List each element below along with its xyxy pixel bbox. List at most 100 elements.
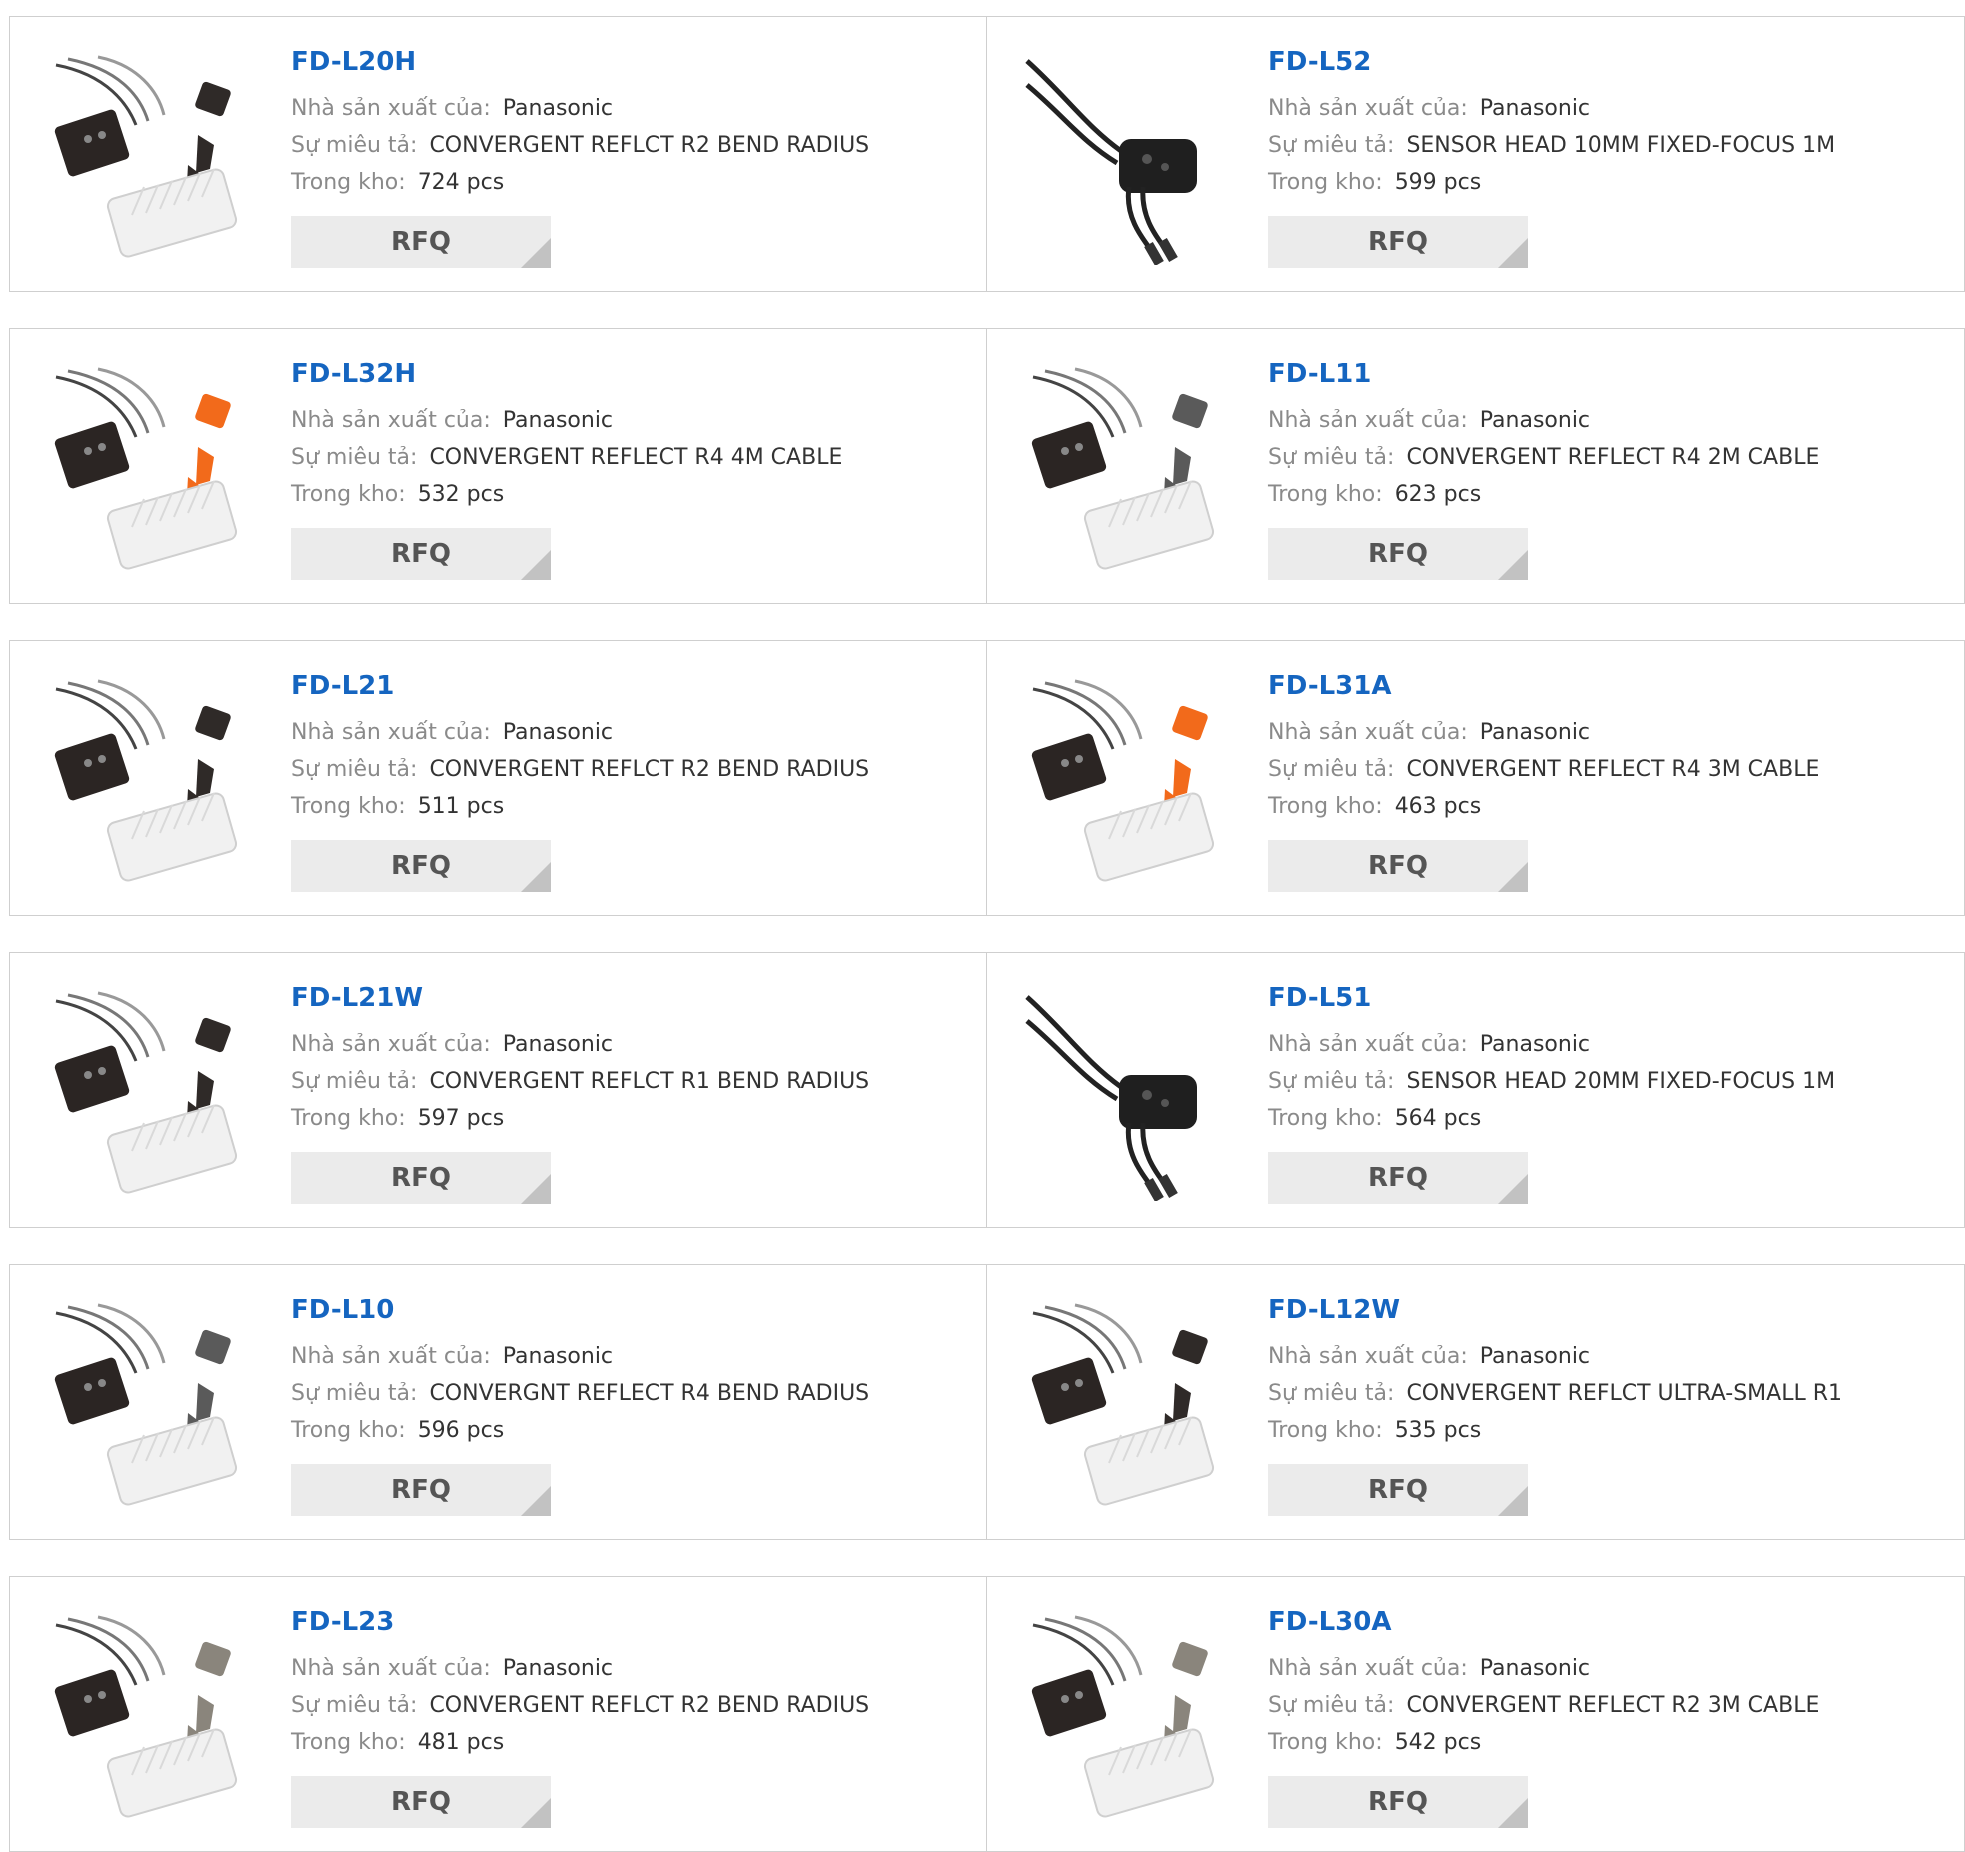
manufacturer-label: Nhà sản xuất của: [1268, 720, 1468, 745]
stock-row: Trong kho: 542 pcs [1268, 1724, 1954, 1761]
rfq-button[interactable]: RFQ [1268, 528, 1528, 580]
rfq-button[interactable]: RFQ [1268, 1152, 1528, 1204]
part-number-link[interactable]: FD-L21W [291, 981, 976, 1015]
corner-triangle-icon [521, 1486, 551, 1516]
product-card: FD-L31A Nhà sản xuất của: Panasonic Sự mi… [987, 640, 1965, 916]
manufacturer-row: Nhà sản xuất của: Panasonic [1268, 1650, 1954, 1687]
rfq-button[interactable]: RFQ [291, 528, 551, 580]
description-row: Sự miêu tả: CONVERGENT REFLCT R1 BEND RAD… [291, 1063, 976, 1100]
part-number-link[interactable]: FD-L21 [291, 669, 976, 703]
manufacturer-value: Panasonic [1479, 1656, 1591, 1681]
part-number-link[interactable]: FD-L30A [1268, 1605, 1954, 1639]
stock-value: 535 pcs [1394, 1418, 1482, 1443]
manufacturer-row: Nhà sản xuất của: Panasonic [1268, 1338, 1954, 1375]
manufacturer-value: Panasonic [502, 1032, 614, 1057]
rfq-label: RFQ [391, 227, 451, 257]
product-image[interactable] [1025, 55, 1235, 265]
description-row: Sự miêu tả: CONVERGENT REFLECT R4 3M CABL… [1268, 751, 1954, 788]
manufacturer-value: Panasonic [502, 408, 614, 433]
product-image[interactable] [1025, 367, 1235, 577]
part-number-link[interactable]: FD-L10 [291, 1293, 976, 1327]
stock-row: Trong kho: 623 pcs [1268, 476, 1954, 513]
stock-label: Trong kho: [1268, 482, 1383, 507]
rfq-label: RFQ [391, 539, 451, 569]
corner-triangle-icon [1498, 862, 1528, 892]
product-image[interactable] [48, 55, 258, 265]
description-label: Sự miêu tả: [1268, 133, 1395, 158]
product-card: FD-L23 Nhà sản xuất của: Panasonic Sự miê… [9, 1576, 987, 1852]
product-card: FD-L32H Nhà sản xuất của: Panasonic Sự mi… [9, 328, 987, 604]
description-row: Sự miêu tả: SENSOR HEAD 10MM FIXED-FOCUS … [1268, 127, 1954, 164]
rfq-button[interactable]: RFQ [291, 840, 551, 892]
rfq-button[interactable]: RFQ [1268, 840, 1528, 892]
stock-row: Trong kho: 724 pcs [291, 164, 976, 201]
product-grid: FD-L20H Nhà sản xuất của: Panasonic Sự mi… [9, 16, 1965, 1852]
rfq-button[interactable]: RFQ [1268, 1464, 1528, 1516]
stock-label: Trong kho: [291, 1418, 406, 1443]
stock-label: Trong kho: [1268, 1730, 1383, 1755]
manufacturer-value: Panasonic [1479, 96, 1591, 121]
part-number-link[interactable]: FD-L52 [1268, 45, 1954, 79]
manufacturer-value: Panasonic [502, 1344, 614, 1369]
manufacturer-row: Nhà sản xuất của: Panasonic [291, 402, 976, 439]
product-image[interactable] [1025, 679, 1235, 889]
part-number-link[interactable]: FD-L23 [291, 1605, 976, 1639]
product-info: FD-L31A Nhà sản xuất của: Panasonic Sự mi… [1268, 669, 1954, 825]
stock-value: 542 pcs [1394, 1730, 1482, 1755]
product-image[interactable] [48, 1303, 258, 1513]
product-info: FD-L20H Nhà sản xuất của: Panasonic Sự mi… [291, 45, 976, 201]
product-image[interactable] [1025, 991, 1235, 1201]
product-image[interactable] [48, 991, 258, 1201]
product-image[interactable] [1025, 1615, 1235, 1825]
product-info: FD-L21W Nhà sản xuất của: Panasonic Sự mi… [291, 981, 976, 1137]
description-label: Sự miêu tả: [291, 133, 418, 158]
description-row: Sự miêu tả: CONVERGENT REFLECT R2 3M CABL… [1268, 1687, 1954, 1724]
stock-label: Trong kho: [1268, 1418, 1383, 1443]
manufacturer-label: Nhà sản xuất của: [1268, 408, 1468, 433]
product-info: FD-L10 Nhà sản xuất của: Panasonic Sự miê… [291, 1293, 976, 1449]
stock-value: 463 pcs [1394, 794, 1482, 819]
stock-value: 599 pcs [1394, 170, 1482, 195]
part-number-link[interactable]: FD-L12W [1268, 1293, 1954, 1327]
product-image[interactable] [48, 679, 258, 889]
rfq-button[interactable]: RFQ [291, 1152, 551, 1204]
corner-triangle-icon [521, 1174, 551, 1204]
product-image[interactable] [1025, 1303, 1235, 1513]
product-card: FD-L52 Nhà sản xuất của: Panasonic Sự miê… [987, 16, 1965, 292]
description-value: CONVERGENT REFLECT R4 4M CABLE [429, 445, 843, 470]
corner-triangle-icon [521, 550, 551, 580]
product-card: FD-L30A Nhà sản xuất của: Panasonic Sự mi… [987, 1576, 1965, 1852]
product-card: FD-L11 Nhà sản xuất của: Panasonic Sự miê… [987, 328, 1965, 604]
stock-label: Trong kho: [291, 170, 406, 195]
product-image[interactable] [48, 367, 258, 577]
manufacturer-value: Panasonic [1479, 720, 1591, 745]
description-label: Sự miêu tả: [291, 757, 418, 782]
product-image[interactable] [48, 1615, 258, 1825]
product-card: FD-L10 Nhà sản xuất của: Panasonic Sự miê… [9, 1264, 987, 1540]
rfq-button[interactable]: RFQ [291, 1464, 551, 1516]
description-row: Sự miêu tả: SENSOR HEAD 20MM FIXED-FOCUS … [1268, 1063, 1954, 1100]
product-card: FD-L51 Nhà sản xuất của: Panasonic Sự miê… [987, 952, 1965, 1228]
product-card: FD-L21W Nhà sản xuất của: Panasonic Sự mi… [9, 952, 987, 1228]
stock-row: Trong kho: 596 pcs [291, 1412, 976, 1449]
rfq-label: RFQ [391, 851, 451, 881]
manufacturer-label: Nhà sản xuất của: [1268, 1656, 1468, 1681]
description-value: CONVERGENT REFLCT R2 BEND RADIUS [429, 133, 870, 158]
manufacturer-label: Nhà sản xuất của: [291, 96, 491, 121]
rfq-button[interactable]: RFQ [1268, 216, 1528, 268]
part-number-link[interactable]: FD-L11 [1268, 357, 1954, 391]
part-number-link[interactable]: FD-L20H [291, 45, 976, 79]
description-row: Sự miêu tả: CONVERGENT REFLCT R2 BEND RAD… [291, 751, 976, 788]
part-number-link[interactable]: FD-L31A [1268, 669, 1954, 703]
rfq-button[interactable]: RFQ [291, 1776, 551, 1828]
stock-row: Trong kho: 597 pcs [291, 1100, 976, 1137]
part-number-link[interactable]: FD-L32H [291, 357, 976, 391]
description-value: SENSOR HEAD 10MM FIXED-FOCUS 1M [1406, 133, 1836, 158]
corner-triangle-icon [1498, 550, 1528, 580]
description-label: Sự miêu tả: [291, 445, 418, 470]
rfq-button[interactable]: RFQ [1268, 1776, 1528, 1828]
corner-triangle-icon [1498, 1486, 1528, 1516]
rfq-button[interactable]: RFQ [291, 216, 551, 268]
description-label: Sự miêu tả: [1268, 1069, 1395, 1094]
part-number-link[interactable]: FD-L51 [1268, 981, 1954, 1015]
